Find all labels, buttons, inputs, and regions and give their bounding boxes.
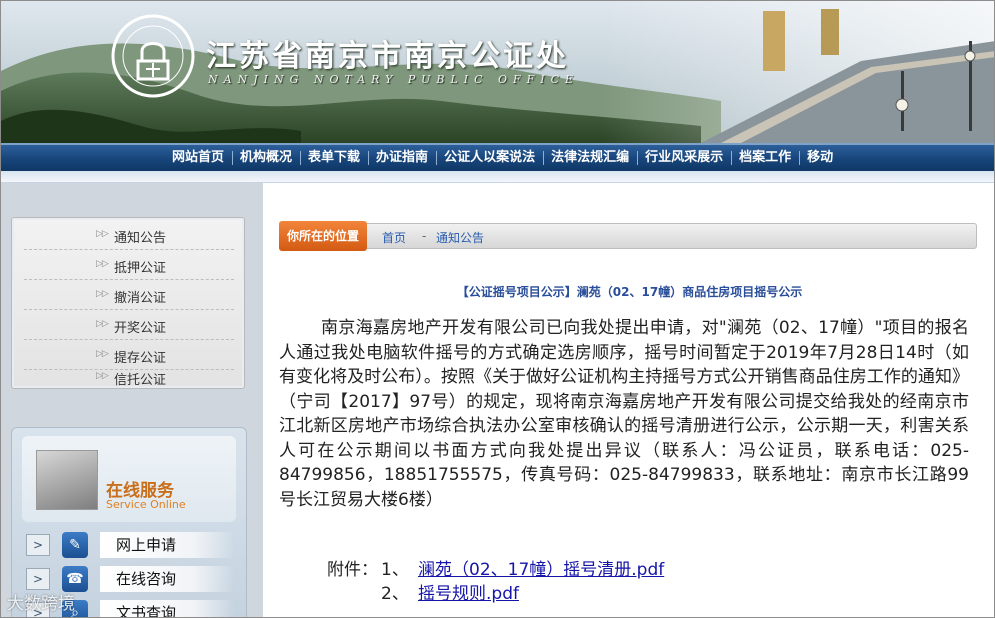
sidebar-item-label: 开奖公证 <box>114 321 167 336</box>
nav-item-showcase[interactable]: 行业风采展示 <box>637 148 731 168</box>
sidebar-item-trust[interactable]: ▷▷ 信托公证 <box>24 370 234 388</box>
sidebar-item-label: 信托公证 <box>114 373 167 388</box>
double-chevron-icon: ▷▷ <box>96 229 109 239</box>
online-consult-label: 在线咨询 <box>100 566 234 592</box>
double-chevron-icon: ▷▷ <box>96 259 109 269</box>
article-body: 南京海嘉房地产开发有限公司已向我处提出申请，对"澜苑（02、17幢）"项目的报名… <box>279 318 969 510</box>
sidebar-item-label: 撤消公证 <box>114 291 167 306</box>
sidebar-item-lottery[interactable]: ▷▷ 开奖公证 <box>24 310 234 340</box>
site-title: 江苏省南京市南京公证处 <box>206 39 569 74</box>
attachment-number: 1、 <box>381 560 409 580</box>
online-apply-button[interactable]: > ✎ 网上申请 <box>22 530 236 560</box>
mouse-lock-image <box>36 450 98 510</box>
article-title: 【公证摇号项目公示】澜苑（02、17幢）商品住房项目摇号公示 <box>456 285 803 299</box>
attachment-link-lottery-list[interactable]: 澜苑（02、17幢）摇号清册.pdf <box>418 555 664 580</box>
chevron-right-icon: > <box>26 534 50 556</box>
double-chevron-icon: ▷▷ <box>96 319 109 329</box>
left-sidebar: ▷▷ 通知公告 ▷▷ 抵押公证 ▷▷ 撤消公证 ▷▷ 开奖公证 ▷▷ 提存公证 … <box>1 183 263 617</box>
double-chevron-icon: ▷▷ <box>96 371 109 381</box>
sidebar-item-mortgage[interactable]: ▷▷ 抵押公证 <box>24 250 234 280</box>
page-frame: 江苏省南京市南京公证处 NANJING NOTARY PUBLIC OFFICE… <box>0 0 995 618</box>
double-chevron-icon: ▷▷ <box>96 349 109 359</box>
sidebar-item-escrow[interactable]: ▷▷ 提存公证 <box>24 340 234 370</box>
nav-item-home[interactable]: 网站首页 <box>164 148 232 168</box>
main-nav: 网站首页 机构概况 表单下载 办证指南 公证人以案说法 法律法规汇编 行业风采展… <box>1 143 994 171</box>
attachment-link-lottery-rules[interactable]: 摇号规则.pdf <box>418 579 519 604</box>
double-chevron-icon: ▷▷ <box>96 289 109 299</box>
nav-item-laws[interactable]: 法律法规汇编 <box>543 148 637 168</box>
online-apply-label: 网上申请 <box>100 532 234 558</box>
nav-item-guide[interactable]: 办证指南 <box>368 148 436 168</box>
category-panel: ▷▷ 通知公告 ▷▷ 抵押公证 ▷▷ 撤消公证 ▷▷ 开奖公证 ▷▷ 提存公证 … <box>11 217 245 389</box>
sidebar-item-notices[interactable]: ▷▷ 通知公告 <box>24 220 234 250</box>
header-banner: 江苏省南京市南京公证处 NANJING NOTARY PUBLIC OFFICE <box>1 1 994 143</box>
sidebar-item-revocation[interactable]: ▷▷ 撤消公证 <box>24 280 234 310</box>
notary-seal-logo <box>111 14 195 98</box>
chevron-right-icon: > <box>26 568 50 590</box>
main-content: 你所在的位置 首页 - 通知公告 【公证摇号项目公示】澜苑（02、17幢）商品住… <box>263 183 994 617</box>
nav-item-cases[interactable]: 公证人以案说法 <box>436 148 543 168</box>
nav-underline-strip <box>1 171 994 183</box>
breadcrumb-current-link[interactable]: 通知公告 <box>436 229 484 246</box>
watermark: 大数跨境 <box>7 594 75 614</box>
nav-item-forms[interactable]: 表单下载 <box>300 148 368 168</box>
nav-item-mobile[interactable]: 移动 <box>799 148 841 168</box>
site-subtitle: NANJING NOTARY PUBLIC OFFICE <box>208 73 580 86</box>
form-icon: ✎ <box>62 532 88 558</box>
online-service-subtitle: Service Online <box>106 498 186 511</box>
breadcrumb: 你所在的位置 首页 - 通知公告 <box>279 221 977 251</box>
sidebar-item-label: 提存公证 <box>114 351 167 366</box>
online-service-header: 在线服务 Service Online <box>22 436 236 522</box>
attachment-number: 2、 <box>381 584 409 604</box>
sidebar-item-label: 通知公告 <box>114 231 167 246</box>
breadcrumb-label: 你所在的位置 <box>279 221 368 251</box>
breadcrumb-home-link[interactable]: 首页 <box>382 229 406 246</box>
nav-item-about[interactable]: 机构概况 <box>232 148 300 168</box>
breadcrumb-separator: - <box>422 229 427 243</box>
sidebar-item-label: 抵押公证 <box>114 261 167 276</box>
document-query-label: 文书查询 <box>100 600 234 617</box>
attachments-label: 附件： <box>327 560 378 580</box>
nav-item-archives[interactable]: 档案工作 <box>731 148 799 168</box>
